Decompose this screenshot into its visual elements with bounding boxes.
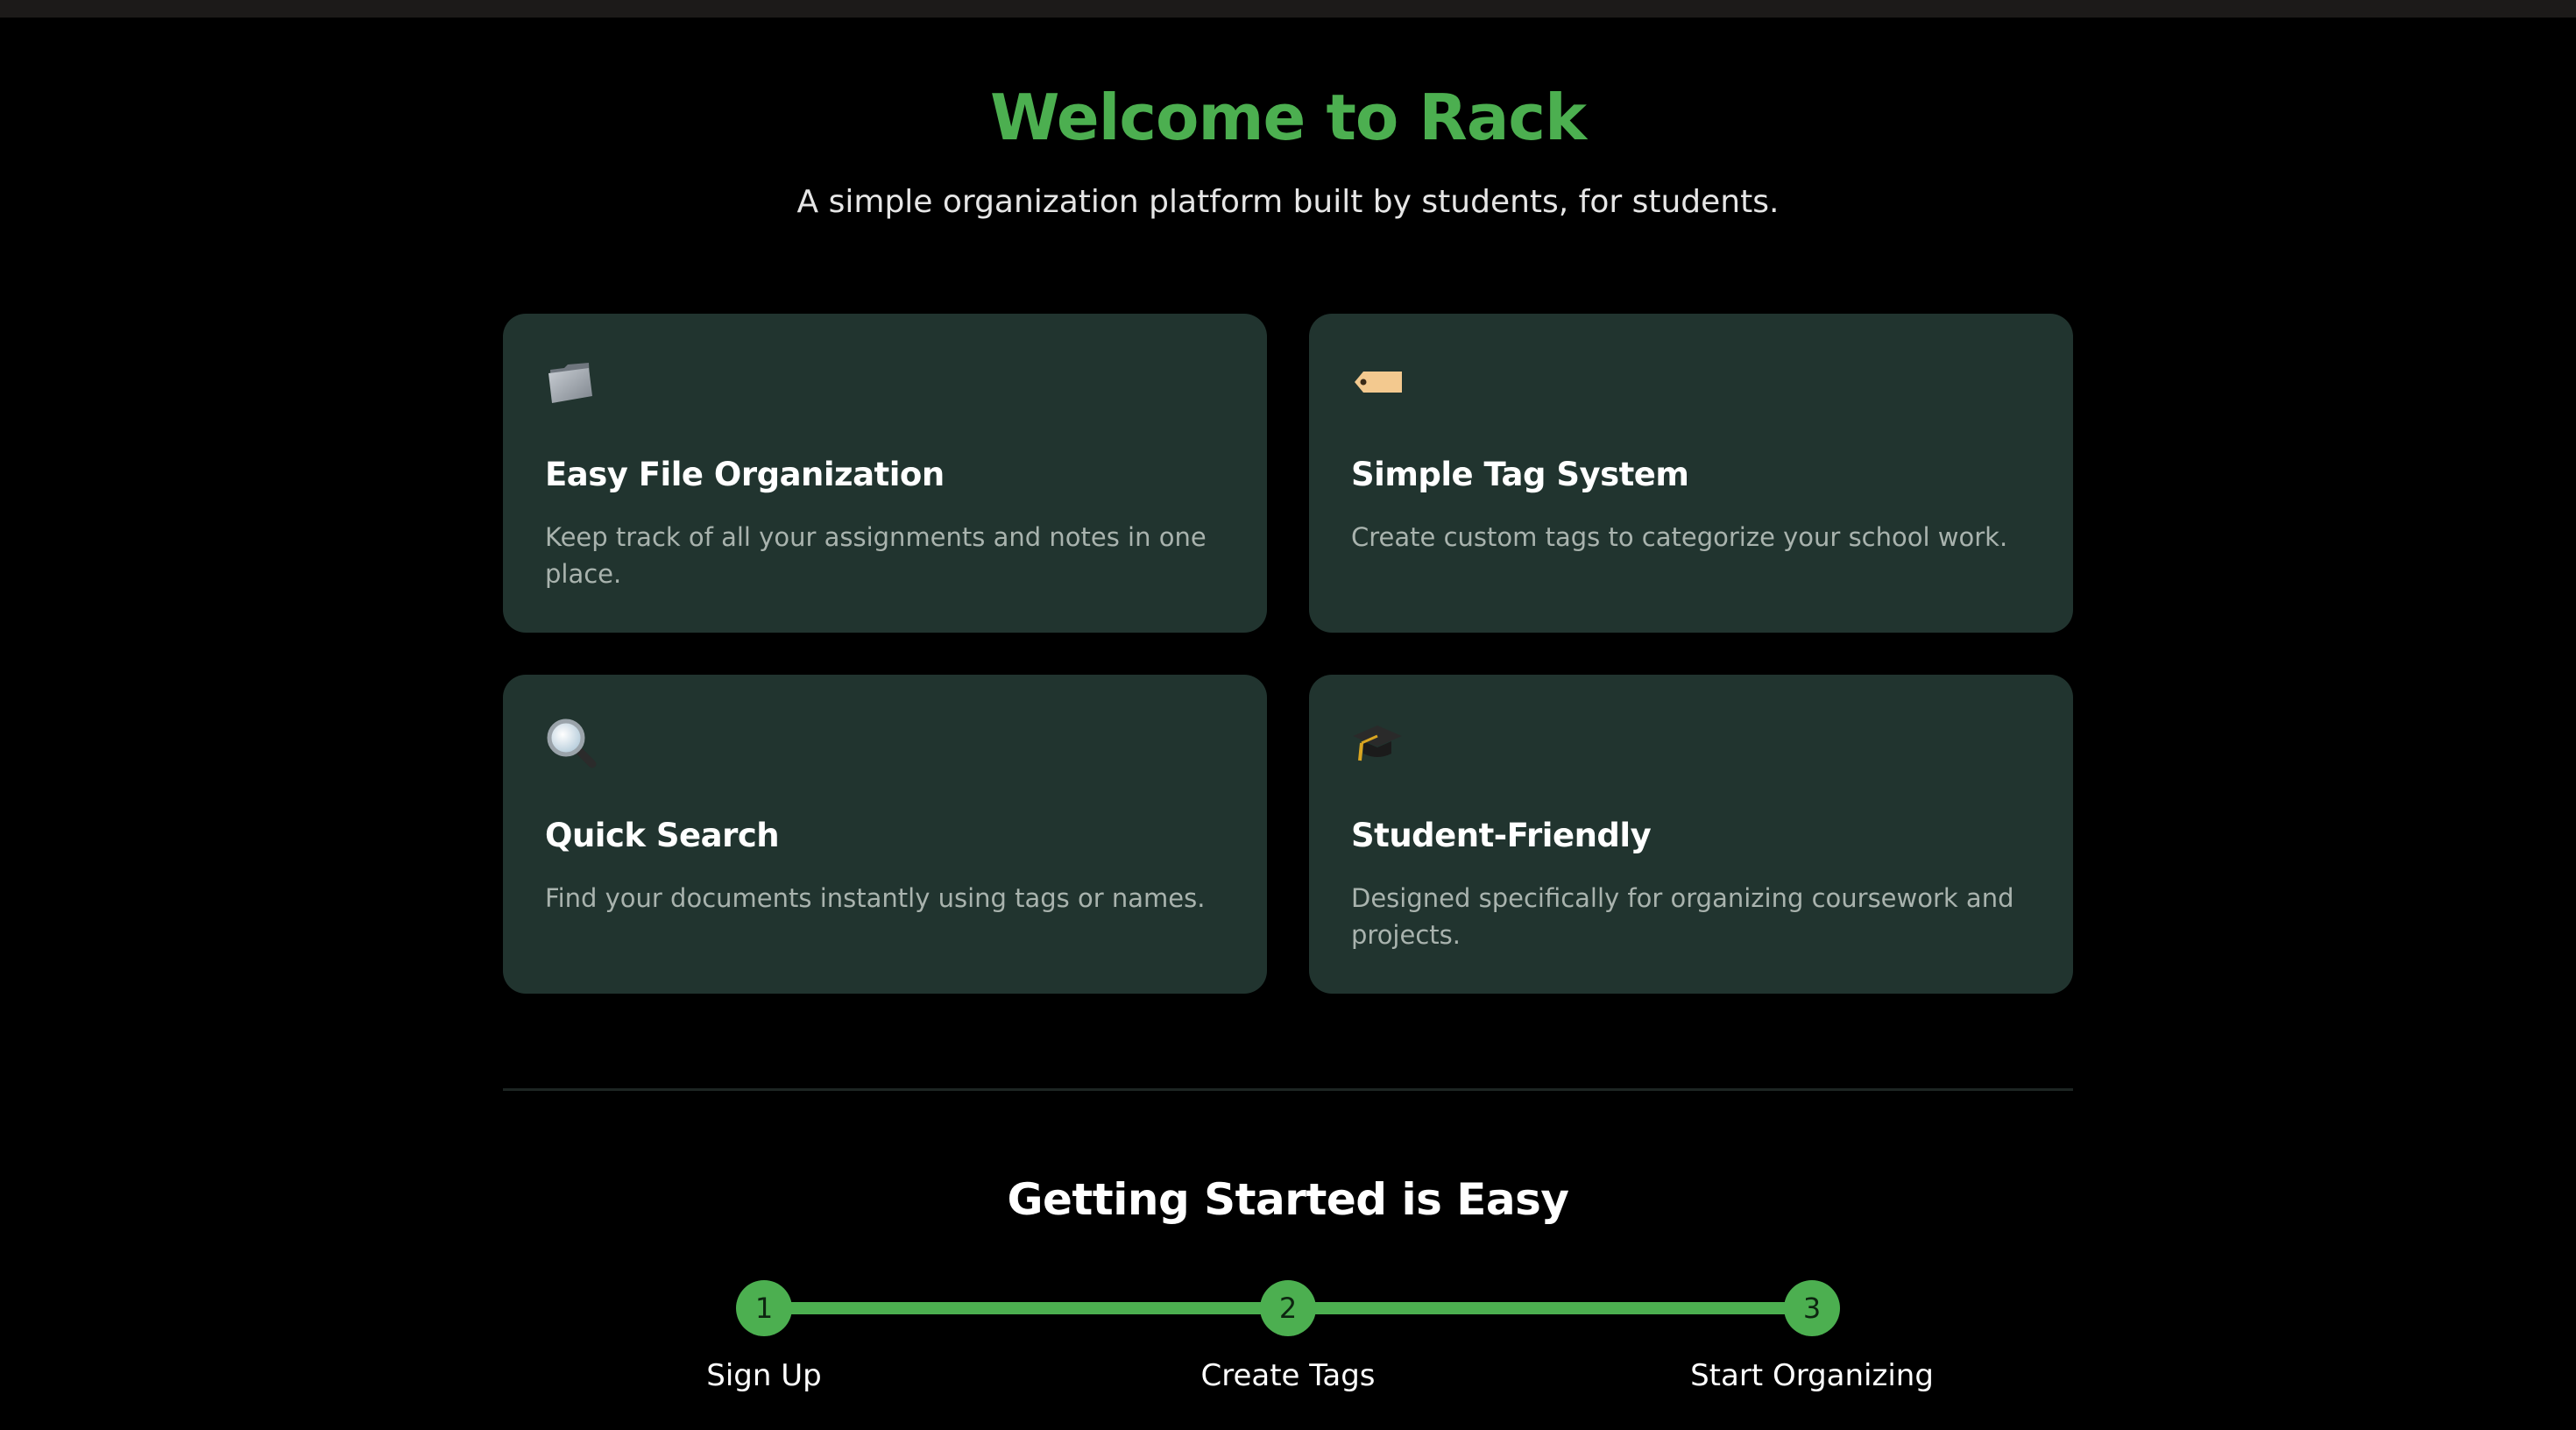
feature-card-student-friendly: Student-Friendly Designed specifically f… [1309, 675, 2073, 994]
page-subtitle: A simple organization platform built by … [796, 184, 1780, 220]
graduation-cap-icon [1351, 717, 1404, 769]
feature-card-quick-search: Quick Search Find your documents instant… [503, 675, 1267, 994]
page-title: Welcome to Rack [990, 81, 1587, 154]
step-2-circle: 2 [1260, 1280, 1316, 1336]
feature-description: Keep track of all your assignments and n… [545, 522, 1207, 589]
step-3-label: Start Organizing [1690, 1358, 1934, 1393]
step-1-label: Sign Up [706, 1358, 822, 1393]
magnifier-icon [545, 717, 598, 769]
feature-title: Quick Search [545, 817, 780, 854]
step-2-label: Create Tags [1200, 1358, 1376, 1393]
step-3-circle: 3 [1784, 1280, 1840, 1336]
feature-description: Find your documents instantly using tags… [545, 883, 1206, 913]
step-1-circle: 1 [736, 1280, 792, 1336]
window-top-bar [0, 0, 2576, 18]
folder-icon [545, 356, 598, 408]
feature-title: Student-Friendly [1351, 817, 1652, 854]
section-divider [503, 1088, 2073, 1091]
feature-card-tag-system: Simple Tag System Create custom tags to … [1309, 314, 2073, 633]
feature-title: Easy File Organization [545, 456, 945, 493]
feature-title: Simple Tag System [1351, 456, 1689, 493]
tag-icon [1351, 356, 1404, 408]
feature-description: Create custom tags to categorize your sc… [1351, 522, 2008, 552]
feature-description: Designed specifically for organizing cou… [1351, 883, 2014, 950]
getting-started-title: Getting Started is Easy [1007, 1174, 1569, 1225]
feature-card-file-organization: Easy File Organization Keep track of all… [503, 314, 1267, 633]
